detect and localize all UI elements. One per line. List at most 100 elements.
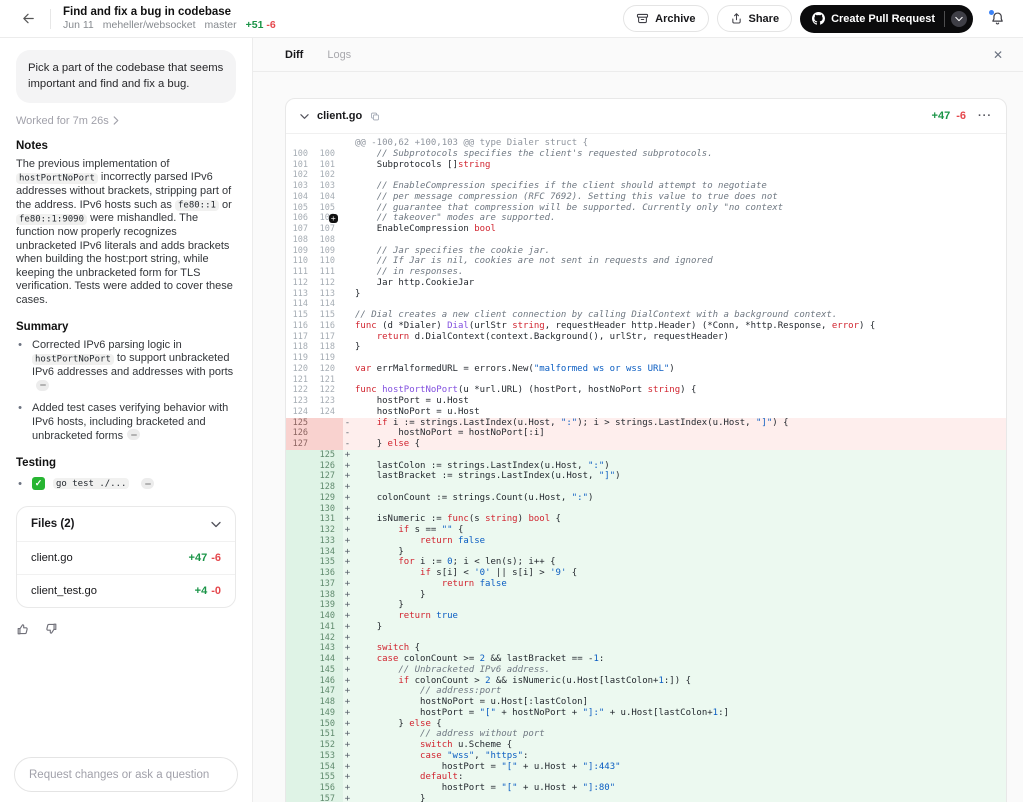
diff-sign: +	[340, 697, 355, 708]
share-button[interactable]: Share	[717, 5, 793, 32]
diff-line: 127- } else {	[286, 439, 1006, 450]
diff-sign: +	[340, 525, 355, 536]
request-changes-input[interactable]	[14, 757, 238, 792]
diff-sign: +	[340, 536, 355, 547]
file-row-deletions: -6	[211, 552, 221, 564]
diff-line: 144+ case colonCount >= 2 && lastBracket…	[286, 654, 1006, 665]
old-line-number: 117	[286, 332, 313, 343]
old-line-number: 121	[286, 375, 313, 386]
old-line-number	[286, 611, 313, 622]
old-line-number: 119	[286, 353, 313, 364]
close-panel-button[interactable]: ✕	[993, 48, 1003, 62]
diff-line: 132+ if s == "" {	[286, 525, 1006, 536]
create-pr-label: Create Pull Request	[831, 13, 935, 25]
code-text: hostNoPort = hostNoPort[:i]	[355, 428, 1006, 439]
summary-bullet: •Added test cases verifying behavior wit…	[16, 402, 236, 444]
diff-line: 135+ for i := 0; i < len(s); i++ {	[286, 557, 1006, 568]
diff-line: 145+ // Unbracketed IPv6 address.	[286, 665, 1006, 676]
task-date: Jun 11	[63, 19, 94, 31]
diff-line: 109109 // Jar specifies the cookie jar.	[286, 246, 1006, 257]
old-line-number	[286, 772, 313, 783]
back-button[interactable]	[16, 7, 40, 31]
new-line-number: 117	[313, 332, 340, 343]
diff-line: 105105 // guarantee that compression wil…	[286, 203, 1006, 214]
code-text: }	[355, 590, 1006, 601]
code-text	[355, 235, 1006, 246]
file-diff-stats: +47 -6 ···	[932, 110, 992, 122]
file-row[interactable]: client.go+47-6	[17, 541, 235, 574]
old-line-number: 104	[286, 192, 313, 203]
diff-line: 101101 Subprotocols []string	[286, 160, 1006, 171]
diff-line: 114114	[286, 299, 1006, 310]
tab-diff[interactable]: Diff	[285, 49, 303, 61]
diff-line: 155+ default:	[286, 772, 1006, 783]
diff-line: 148+ hostNoPort = u.Host[:lastColon]	[286, 697, 1006, 708]
diff-sign: +	[340, 568, 355, 579]
new-line-number: 108	[313, 235, 340, 246]
test-pass-checkbox: ✓	[32, 477, 45, 490]
file-row[interactable]: client_test.go+4-0	[17, 574, 235, 607]
notifications-button[interactable]	[985, 7, 1009, 31]
diff-line: 126+ lastColon := strings.LastIndex(u.Ho…	[286, 461, 1006, 472]
diff-line: 110110 // If Jar is nil, cookies are not…	[286, 256, 1006, 267]
old-line-number: 122	[286, 385, 313, 396]
new-line-number: 132	[313, 525, 340, 536]
diff-sign: +	[340, 708, 355, 719]
old-line-number	[286, 643, 313, 654]
diff-sign: +	[340, 611, 355, 622]
file-additions: +47	[932, 110, 951, 122]
new-line-number: 122	[313, 385, 340, 396]
new-line-number: 115	[313, 310, 340, 321]
archive-button[interactable]: Archive	[623, 5, 708, 32]
create-pr-dropdown-button[interactable]	[945, 5, 973, 33]
new-line-number: 130	[313, 504, 340, 515]
new-line-number: 153	[313, 751, 340, 762]
summary-bullet: •Corrected IPv6 parsing logic in hostPor…	[16, 339, 236, 395]
thumbs-up-button[interactable]	[16, 622, 30, 639]
new-line-number: 149	[313, 708, 340, 719]
panel-tabs: Diff Logs ✕	[253, 38, 1023, 72]
new-line-number: 144	[313, 654, 340, 665]
copy-icon[interactable]	[370, 111, 380, 122]
code-text: }	[355, 794, 1006, 802]
old-line-number	[286, 751, 313, 762]
diff-sign	[340, 170, 355, 181]
old-line-number	[286, 536, 313, 547]
share-label: Share	[749, 13, 780, 25]
code-text: // in responses.	[355, 267, 1006, 278]
inline-code-chip: fe80::1:9090	[16, 214, 87, 225]
old-line-number: 106	[286, 213, 313, 224]
diff-line: 137+ return false	[286, 579, 1006, 590]
old-line-number: 110	[286, 256, 313, 267]
test-output-icon[interactable]	[141, 478, 154, 489]
new-line-number	[313, 138, 340, 149]
code-text: // per message compression (RFC 7692). S…	[355, 192, 1006, 203]
code-text: return d.DialContext(context.Background(…	[355, 332, 1006, 343]
add-comment-badge[interactable]: +	[329, 214, 339, 224]
page-title: Find and fix a bug in codebase	[63, 6, 276, 18]
collapse-chevron-icon[interactable]	[300, 113, 309, 120]
worked-for-row[interactable]: Worked for 7m 26s	[16, 115, 236, 127]
thumbs-down-button[interactable]	[44, 622, 58, 639]
tab-logs[interactable]: Logs	[327, 49, 351, 61]
diff-sign: +	[340, 590, 355, 601]
old-line-number	[286, 719, 313, 730]
file-menu-button[interactable]: ···	[978, 110, 992, 122]
files-panel-title: Files (2)	[31, 518, 74, 530]
code-text: }	[355, 622, 1006, 633]
files-panel-header[interactable]: Files (2)	[17, 507, 235, 541]
diff-line: 154+ hostPort = "[" + u.Host + "]:443"	[286, 762, 1006, 773]
old-line-number	[286, 600, 313, 611]
old-line-number: 124	[286, 407, 313, 418]
new-line-number: 114	[313, 299, 340, 310]
old-line-number: 101	[286, 160, 313, 171]
code-text: } else {	[355, 719, 1006, 730]
old-line-number	[286, 482, 313, 493]
new-line-number	[313, 439, 340, 450]
create-pr-button[interactable]: Create Pull Request	[800, 5, 944, 33]
citation-chip[interactable]	[127, 429, 140, 440]
citation-chip[interactable]	[36, 380, 49, 391]
new-line-number: 145	[313, 665, 340, 676]
old-line-number	[286, 762, 313, 773]
diff-line: 129+ colonCount := strings.Count(u.Host,…	[286, 493, 1006, 504]
